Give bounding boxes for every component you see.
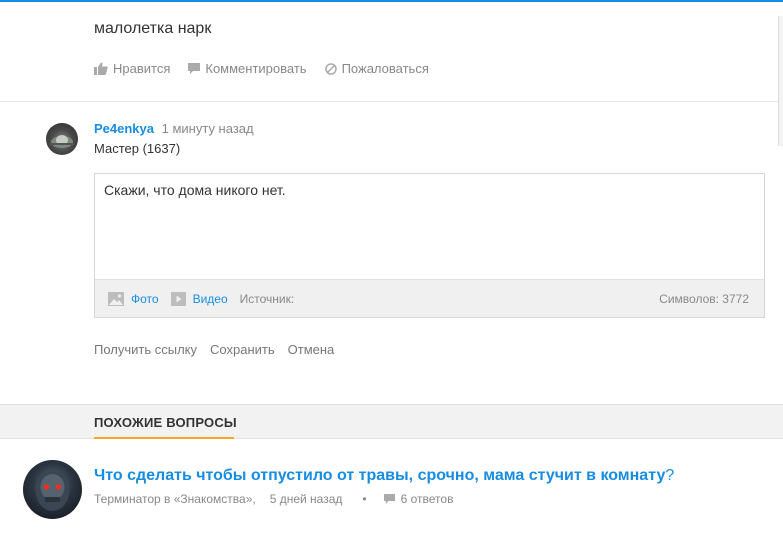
avatar[interactable]: [46, 123, 78, 155]
reply-author: Pe4enkya 1 минуту назад: [94, 121, 254, 136]
report-icon: [324, 62, 337, 75]
editor-textarea[interactable]: Скажи, что дома никого нет.: [104, 182, 286, 198]
reply-editor[interactable]: Скажи, что дома никого нет. Фото Видео И…: [94, 173, 765, 318]
similar-questions-header: ПОХОЖИЕ ВОПРОСЫ: [0, 404, 783, 439]
divider: [0, 101, 778, 102]
author-name-link[interactable]: Pe4enkya: [94, 121, 154, 136]
save-button[interactable]: Сохранить: [210, 342, 275, 357]
avatar[interactable]: [23, 460, 82, 519]
comment-icon: [188, 62, 201, 74]
question-mark: ?: [665, 467, 675, 484]
similar-questions-title[interactable]: ПОХОЖИЕ ВОПРОСЫ: [94, 415, 237, 430]
avatar-image: [35, 469, 70, 511]
report-button[interactable]: Пожаловаться: [324, 61, 429, 76]
similar-question-link[interactable]: Что сделать чтобы отпустило от травы, ср…: [94, 467, 774, 485]
comment-label: Комментировать: [205, 61, 307, 76]
video-icon: [170, 291, 186, 306]
editor-toolbar: Фото Видео Источник: Символов: 3772: [95, 279, 764, 317]
add-photo-button[interactable]: Фото: [108, 291, 159, 306]
char-counter: Символов: 3772: [659, 292, 749, 306]
question-title[interactable]: Что сделать чтобы отпустило от травы, ср…: [94, 467, 665, 484]
cancel-button[interactable]: Отмена: [288, 342, 335, 357]
answers-count-label: 6 ответов: [400, 492, 454, 506]
question-time: 5 дней назад: [269, 492, 343, 506]
photo-label: Фото: [131, 291, 159, 306]
add-video-button[interactable]: Видео: [170, 291, 228, 306]
answers-count: 6 ответов: [383, 492, 454, 506]
question-author-category[interactable]: Терминатор в «Знакомства»,: [94, 492, 256, 506]
top-accent-bar: [0, 0, 783, 2]
like-button[interactable]: Нравится: [94, 61, 170, 76]
answer-actions: Нравится Комментировать Пожаловаться: [94, 61, 447, 76]
like-label: Нравится: [113, 61, 171, 76]
avatar-image: [50, 135, 74, 148]
report-label: Пожаловаться: [341, 61, 429, 76]
thumbs-up-icon: [94, 62, 108, 75]
photo-icon: [108, 291, 124, 306]
author-rank: Мастер (1637): [94, 141, 181, 156]
form-actions: Получить ссылку Сохранить Отмена: [94, 342, 347, 357]
source-button[interactable]: Источник:: [240, 292, 295, 306]
video-label: Видео: [192, 291, 228, 306]
comment-bubble-icon: [383, 493, 395, 504]
answer-text: малолетка нарк: [94, 20, 212, 37]
comment-button[interactable]: Комментировать: [188, 61, 307, 76]
question-meta: Терминатор в «Знакомства», 5 дней назад …: [94, 492, 453, 506]
active-tab-underline: [94, 437, 234, 439]
reply-time: 1 минуту назад: [161, 121, 254, 136]
get-link-button[interactable]: Получить ссылку: [94, 342, 197, 357]
meta-separator: •: [362, 492, 367, 506]
scrollbar[interactable]: [778, 16, 783, 146]
